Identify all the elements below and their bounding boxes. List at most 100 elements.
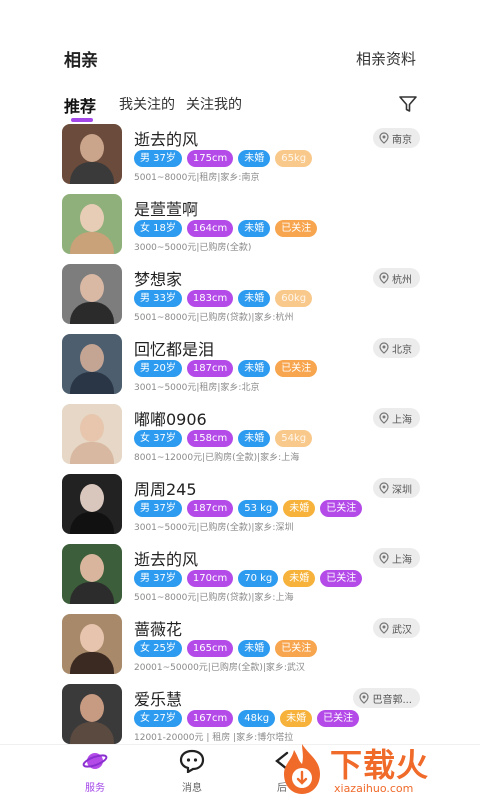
profile-name: 逝去的风: [134, 130, 199, 149]
filter-icon[interactable]: [398, 94, 418, 114]
avatar-body: [70, 652, 114, 674]
avatar-body: [70, 442, 114, 464]
followed-badge: 已关注: [275, 220, 318, 237]
location-pin-icon: [379, 132, 389, 144]
followed-badge: 已关注: [320, 500, 363, 517]
profile-tags: 男 20岁 187cm 未婚 已关注: [134, 360, 318, 377]
location-badge: 武汉: [373, 618, 420, 638]
height-tag: 183cm: [186, 290, 234, 307]
marital-tag: 未婚: [238, 220, 271, 237]
tab-service-label: 服务: [85, 783, 105, 794]
marital-tag: 未婚: [238, 430, 271, 447]
planet-icon: [82, 753, 108, 769]
avatar[interactable]: [62, 404, 122, 464]
avatar[interactable]: [62, 334, 122, 394]
location-text: 武汉: [392, 624, 412, 636]
location-text: 巴音郭...: [372, 694, 412, 706]
weight-tag: 48kg: [238, 710, 276, 727]
location-pin-icon: [379, 412, 389, 424]
tab-recommend[interactable]: 推荐: [64, 93, 96, 117]
avatar[interactable]: [62, 544, 122, 604]
location-text: 上海: [392, 414, 412, 426]
tab-my-follows[interactable]: 我关注的: [119, 94, 175, 114]
avatar-face: [80, 624, 104, 652]
avatar-body: [70, 722, 114, 744]
profile-name: 是萱萱啊: [134, 200, 199, 219]
avatar-face: [80, 554, 104, 582]
tab-bar: 推荐 我关注的 关注我的: [0, 88, 480, 124]
avatar-body: [70, 372, 114, 394]
profile-row[interactable]: 嘟嘟0906 女 37岁 158cm 未婚 54kg 8001~12000元|已购房(全款…: [0, 402, 480, 472]
gender-age-tag: 女 25岁: [134, 640, 182, 657]
location-pin-icon: [379, 272, 389, 284]
profile-row[interactable]: 回忆都是泪男 20岁 187cm 未婚 已关注 3001~5000元|租房|家乡:北京 北…: [0, 332, 480, 402]
location-text: 北京: [392, 344, 412, 356]
tab-messages-label: 消息: [182, 783, 202, 794]
profile-row[interactable]: 是萱萱啊女 18岁 164cm 未婚 已关注 3000~5000元|已购房(全款): [0, 192, 480, 262]
profile-info: 5001~8000元|已购房(贷款)|家乡:杭州: [134, 313, 294, 323]
avatar-body: [70, 232, 114, 254]
location-text: 深圳: [392, 484, 412, 496]
page-title: 相亲: [64, 51, 98, 71]
height-tag: 158cm: [186, 430, 234, 447]
marital-tag: 未婚: [283, 500, 316, 517]
profile-tags: 男 37岁 175cm 未婚 65kg: [134, 150, 313, 167]
chat-bubble-icon: [179, 749, 205, 774]
avatar-face: [80, 134, 104, 162]
location-badge: 上海: [373, 408, 420, 428]
tab-followers[interactable]: 关注我的: [186, 94, 242, 114]
location-badge: 杭州: [373, 268, 420, 288]
profile-name: 梦想家: [134, 270, 183, 289]
avatar-face: [80, 344, 104, 372]
marital-tag: 未婚: [280, 710, 313, 727]
avatar-face: [80, 414, 104, 442]
location-pin-icon: [379, 342, 389, 354]
weight-tag: 54kg: [275, 430, 313, 447]
marital-tag: 未婚: [238, 640, 271, 657]
profile-settings-link[interactable]: 相亲资料: [356, 48, 416, 69]
tab-service[interactable]: 服务: [65, 749, 125, 794]
profile-row[interactable]: 周周245 男 37岁 187cm 53 kg 未婚 已关注 3001~5000元|已购房(…: [0, 472, 480, 542]
location-badge: 南京: [373, 128, 420, 148]
avatar[interactable]: [62, 684, 122, 744]
location-text: 杭州: [392, 274, 412, 286]
profile-row[interactable]: 逝去的风男 37岁 175cm 未婚 65kg 5001~8000元|租房|家乡:南京 南…: [0, 122, 480, 192]
profile-name: 蔷薇花: [134, 620, 183, 639]
height-tag: 187cm: [186, 360, 234, 377]
profile-info: 12001-20000元 | 租房 |家乡:博尔塔拉: [134, 733, 294, 743]
avatar-body: [70, 582, 114, 604]
profile-info: 5001~8000元|已购房(贷款)|家乡:上海: [134, 593, 294, 603]
followed-badge: 已关注: [275, 640, 318, 657]
avatar[interactable]: [62, 474, 122, 534]
profile-row[interactable]: 蔷薇花女 25岁 165cm 未婚 已关注 20001~50000元|已购房(全款)|家…: [0, 612, 480, 682]
avatar[interactable]: [62, 124, 122, 184]
profile-row[interactable]: 梦想家男 33岁 183cm 未婚 60kg 5001~8000元|已购房(贷款)|家乡…: [0, 262, 480, 332]
profile-name: 周周245: [134, 480, 197, 499]
gender-age-tag: 女 27岁: [134, 710, 182, 727]
gender-age-tag: 男 20岁: [134, 360, 182, 377]
profile-tags: 女 18岁 164cm 未婚 已关注: [134, 220, 318, 237]
avatar-body: [70, 512, 114, 534]
profile-row[interactable]: 逝去的风男 37岁 170cm 70 kg 未婚 已关注 5001~8000元|已购房(贷…: [0, 542, 480, 612]
marital-tag: 未婚: [238, 290, 271, 307]
height-tag: 167cm: [186, 710, 234, 727]
height-tag: 187cm: [186, 500, 234, 517]
profile-info: 3001~5000元|已购房(全款)|家乡:深圳: [134, 523, 294, 533]
gender-age-tag: 女 37岁: [134, 430, 182, 447]
profile-info: 3000~5000元|已购房(全款): [134, 243, 252, 253]
profile-tags: 男 37岁 170cm 70 kg 未婚 已关注: [134, 570, 363, 587]
followed-badge: 已关注: [275, 360, 318, 377]
weight-tag: 60kg: [275, 290, 313, 307]
marital-tag: 未婚: [283, 570, 316, 587]
gender-age-tag: 男 37岁: [134, 570, 182, 587]
avatar[interactable]: [62, 614, 122, 674]
weight-tag: 53 kg: [238, 500, 279, 517]
weight-tag: 70 kg: [238, 570, 279, 587]
profile-tags: 女 27岁 167cm 48kg 未婚 已关注: [134, 710, 360, 727]
avatar[interactable]: [62, 194, 122, 254]
profile-name: 嘟嘟0906: [134, 410, 207, 429]
location-badge: 深圳: [373, 478, 420, 498]
tab-messages[interactable]: 消息: [162, 749, 222, 794]
avatar[interactable]: [62, 264, 122, 324]
weight-tag: 65kg: [275, 150, 313, 167]
